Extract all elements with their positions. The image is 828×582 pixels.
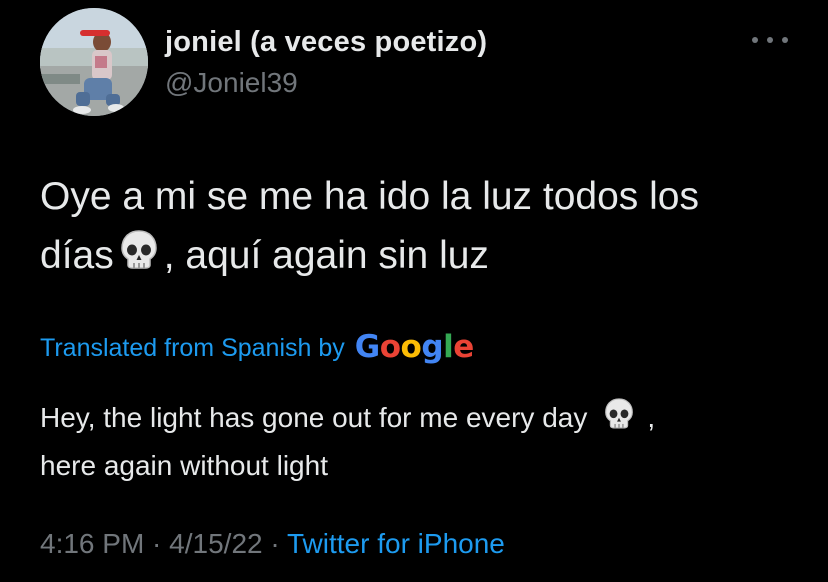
- tweet-text: Oye a mi se me ha ido la luz todos los d…: [40, 168, 810, 289]
- meta-separator: ·: [262, 528, 287, 559]
- translated-text-line: here again without light: [40, 450, 328, 481]
- google-logo-letter: l: [443, 329, 454, 365]
- skull-emoji-icon: [601, 395, 637, 444]
- translated-text-line: Hey, the light has gone out for me every…: [40, 395, 810, 444]
- google-logo-letter: g: [421, 329, 444, 365]
- meta-separator: ·: [144, 528, 170, 559]
- tweet-meta: 4:16 PM · 4/15/22 · Twitter for iPhone: [40, 528, 505, 560]
- skull-emoji-icon: [116, 226, 162, 289]
- more-dot: [752, 37, 758, 43]
- translated-text-segment: Hey, the light has gone out for me every…: [40, 401, 588, 433]
- translation-attribution[interactable]: Translated from Spanish by Google: [40, 329, 474, 366]
- avatar[interactable]: [40, 8, 148, 116]
- more-dots-icon[interactable]: [752, 30, 788, 50]
- more-dot: [767, 37, 773, 43]
- google-logo-letter: o: [379, 329, 401, 365]
- tweet-text-line: Oye a mi se me ha ido la luz todos los: [40, 175, 699, 218]
- more-dot: [782, 37, 788, 43]
- tweet-text-line: días , aquí again sin luz: [40, 226, 810, 289]
- google-logo-letter: e: [453, 329, 474, 365]
- tweet-text-segment: días: [40, 233, 114, 277]
- avatar-photo: [40, 8, 148, 116]
- google-logo-letter: o: [400, 329, 422, 365]
- tweet: joniel (a veces poetizo) @Joniel39 Oye a…: [0, 0, 828, 582]
- google-logo-letter: G: [354, 329, 380, 365]
- tweet-text-segment: , aquí again sin luz: [163, 233, 489, 277]
- translation-attribution-label: Translated from Spanish by: [40, 333, 345, 362]
- tweet-source-link[interactable]: Twitter for iPhone: [287, 528, 505, 559]
- tweet-date[interactable]: 4/15/22: [169, 528, 262, 559]
- translated-text-segment: ,: [647, 401, 656, 433]
- display-name[interactable]: joniel (a veces poetizo): [165, 26, 487, 59]
- user-handle[interactable]: @Joniel39: [165, 67, 298, 99]
- google-logo: Google: [355, 329, 474, 365]
- tweet-time[interactable]: 4:16 PM: [40, 528, 144, 559]
- translated-text: Hey, the light has gone out for me every…: [40, 395, 810, 488]
